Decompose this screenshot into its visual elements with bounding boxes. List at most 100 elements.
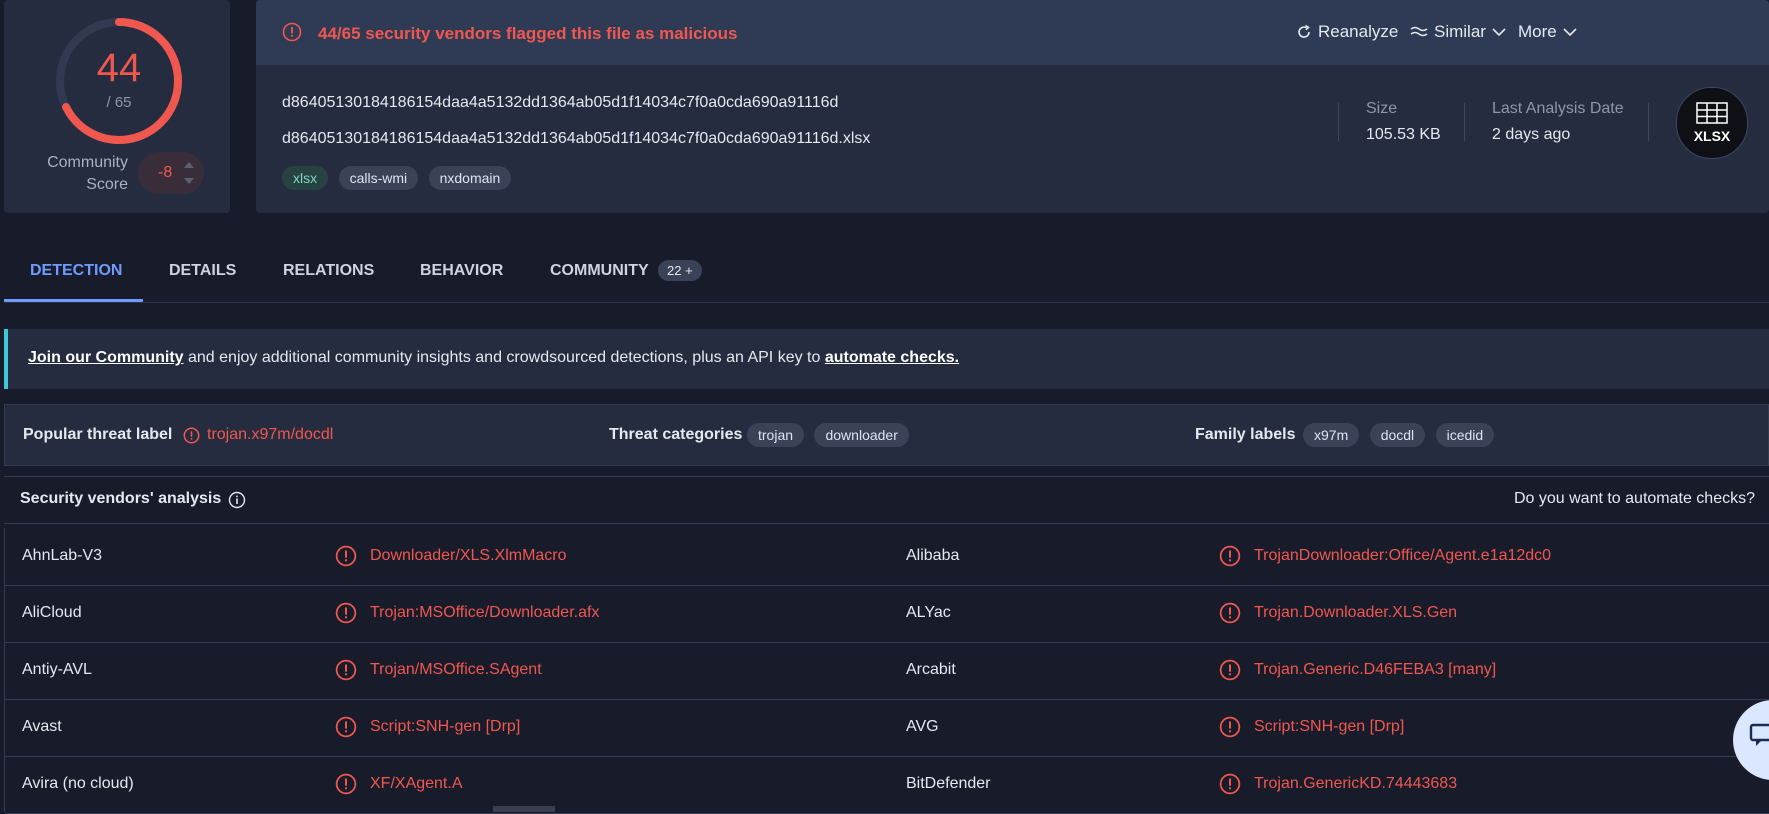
similar-button[interactable]: Similar [1410,22,1506,42]
family-tag[interactable]: icedid [1435,423,1495,447]
banner-middle-text: and enjoy additional community insights … [183,349,825,366]
tab-community[interactable]: COMMUNITY [550,262,649,280]
more-button[interactable]: More [1518,22,1577,42]
alert-circle-icon [1219,773,1241,800]
file-tag[interactable]: xlsx [282,166,329,190]
automate-checks-prompt[interactable]: Do you want to automate checks? [1514,490,1755,508]
table-row: AhnLab-V3 Downloader/XLS.XlmMacro Alibaba T… [5,528,1769,586]
last-analysis-value: 2 days ago [1492,126,1571,143]
info-icon[interactable] [228,491,246,509]
vendor-name: Antiy-AVL [22,661,92,678]
file-name: d86405130184186154daa4a5132dd1364ab05d1f… [282,130,871,147]
malicious-alert-bar: 44/65 security vendors flagged this file… [256,0,1769,65]
family-tag[interactable]: docdl [1369,423,1426,447]
vendor-result: XF/XAgent.A [370,775,463,792]
detection-count: 44 [96,46,142,90]
threat-summary: Popular threat label trojan.x97m/docdl T… [4,404,1769,466]
vendor-result: Trojan.GenericKD.74443683 [1254,775,1458,792]
table-row: Avira (no cloud) XF/XAgent.A BitDefender Tr… [5,756,1769,814]
threat-category-tag[interactable]: downloader [814,423,909,447]
file-tags: xlsx calls-wmi nxdomain [282,166,517,190]
active-tab-indicator [4,299,143,302]
tab-details[interactable]: DETAILS [169,262,236,280]
file-tag[interactable]: calls-wmi [338,166,419,190]
banner-text: Join our Community and enjoy additional … [28,349,959,367]
table-row: Avast Script:SNH-gen [Drp] AVG Script:SNH-g… [5,699,1769,757]
vendor-result: Trojan:MSOffice/Downloader.afx [370,604,600,621]
size-value: 105.53 KB [1366,126,1441,143]
reanalyze-button[interactable]: Reanalyze [1296,22,1398,42]
popular-threat-value[interactable]: trojan.x97m/docdl [207,426,333,444]
detection-score-card: 44 / 65 Community Score -8 [4,0,230,213]
family-label-tags: x97m docdl icedid [1303,423,1500,447]
similar-label: Similar [1434,22,1486,41]
threat-category-tags: trojan downloader [747,423,915,447]
vendor-result: Script:SNH-gen [Drp] [1254,718,1405,735]
file-tag[interactable]: nxdomain [428,166,512,190]
alert-circle-icon [335,716,357,743]
vote-down-icon[interactable] [184,178,194,184]
last-analysis-label: Last Analysis Date [1492,100,1624,117]
vendors-analysis-title: Security vendors' analysis [20,490,222,507]
alert-circle-icon [282,22,302,42]
divider [1464,103,1465,141]
vendor-result: Trojan.Generic.D46FEBA3 [many] [1254,661,1497,678]
similar-wave-icon [1410,26,1428,37]
vendor-name: ALYac [906,604,951,621]
tab-relations[interactable]: RELATIONS [283,262,374,280]
file-type-label: XLSX [1693,128,1731,144]
vendors-analysis-header: Security vendors' analysis Do you want t… [4,476,1769,524]
alert-circle-icon [335,602,357,629]
alert-circle-icon [1219,545,1241,572]
alert-circle-icon [183,427,200,444]
alert-circle-icon [335,545,357,572]
table-row: Antiy-AVL Trojan/MSOffice.SAgent Arcabit Tr… [5,642,1769,700]
community-label-line1: Community [47,154,128,171]
vendor-name: BitDefender [906,775,991,792]
tab-behavior[interactable]: BEHAVIOR [420,262,503,280]
file-summary-card: 44/65 security vendors flagged this file… [256,0,1769,213]
community-score-value: -8 [158,164,173,181]
community-score-label: Community Score [26,152,128,196]
file-type-badge: XLSX [1676,87,1748,159]
size-label: Size [1366,100,1398,117]
file-hash[interactable]: d86405130184186154daa4a5132dd1364ab05d1f… [282,94,838,112]
vendor-results-table: AhnLab-V3 Downloader/XLS.XlmMacro Alibaba T… [4,528,1769,814]
vendor-name: Arcabit [906,661,956,678]
divider [1338,103,1339,141]
automate-checks-link[interactable]: automate checks. [825,349,959,366]
community-label-line2: Score [86,176,128,193]
spreadsheet-icon [1696,102,1728,124]
vendor-name: AliCloud [22,604,82,621]
vendor-name: Avast [22,718,62,735]
community-banner: Join our Community and enjoy additional … [4,329,1769,389]
tab-bar: DETECTION DETAILS RELATIONS BEHAVIOR COM… [4,238,1769,303]
chevron-down-icon [1492,28,1506,37]
vendor-result: Script:SNH-gen [Drp] [370,718,521,735]
alert-circle-icon [1219,602,1241,629]
vendor-name: AVG [906,718,939,735]
vendor-name: Alibaba [906,547,960,564]
vendor-name: Avira (no cloud) [22,775,134,792]
table-row: AliCloud Trojan:MSOffice/Downloader.afx AL… [5,585,1769,643]
family-tag[interactable]: x97m [1303,423,1360,447]
tab-detection[interactable]: DETECTION [30,262,122,280]
alert-circle-icon [1219,659,1241,686]
detection-total: / 65 [106,94,132,111]
vote-up-icon[interactable] [184,162,194,168]
community-count-badge: 22 + [658,260,702,281]
alert-circle-icon [335,659,357,686]
vendor-result: Downloader/XLS.XlmMacro [370,547,567,564]
alert-circle-icon [1219,716,1241,743]
threat-category-tag[interactable]: trojan [747,423,805,447]
vendor-result: TrojanDownloader:Office/Agent.e1a12dc0 [1254,547,1552,564]
threat-categories-label: Threat categories [609,426,743,443]
reanalyze-label: Reanalyze [1318,22,1399,41]
join-community-link[interactable]: Join our Community [28,349,184,366]
more-label: More [1518,22,1557,41]
refresh-icon [1298,24,1310,38]
alert-circle-icon [335,773,357,800]
vendor-name: AhnLab-V3 [22,547,103,564]
horizontal-scrollbar-thumb[interactable] [493,806,555,812]
family-labels-label: Family labels [1195,426,1296,443]
